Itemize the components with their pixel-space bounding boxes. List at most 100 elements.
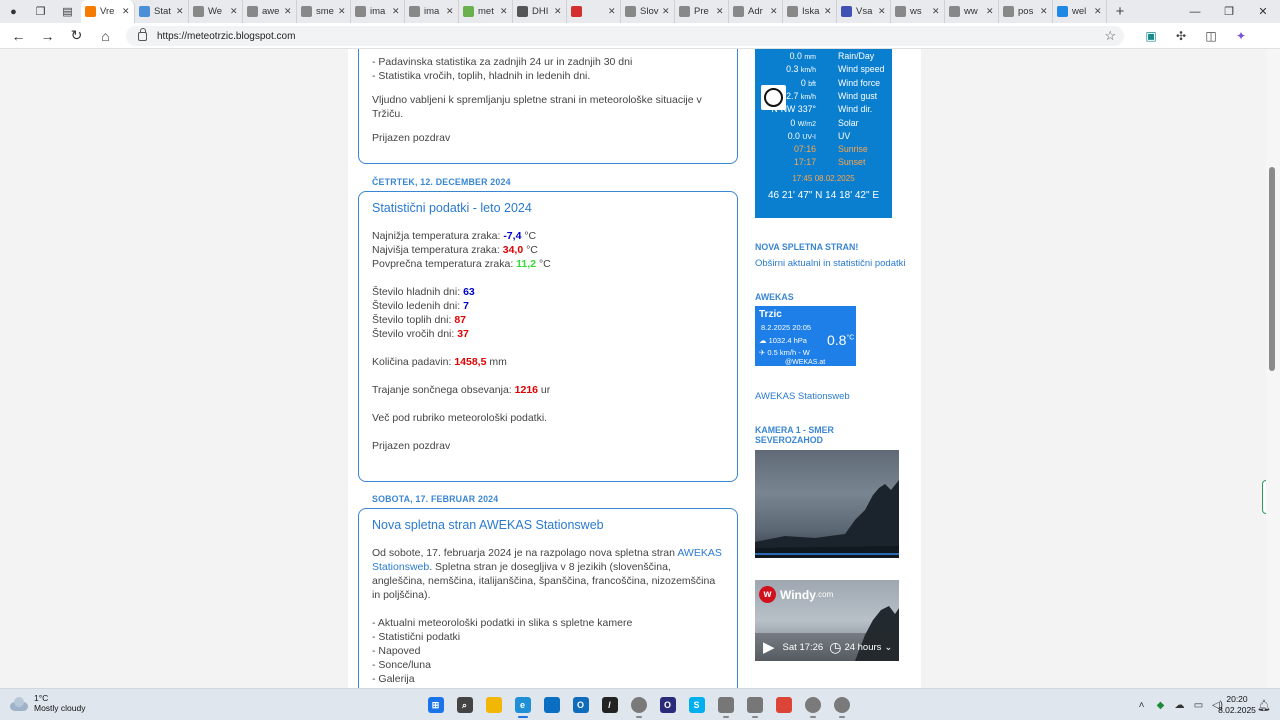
favorite-star-icon[interactable]: ☆ bbox=[1104, 28, 1116, 44]
tab-close-icon[interactable]: ✕ bbox=[230, 6, 238, 17]
weather-value: 0.3 km/h bbox=[786, 64, 816, 75]
extensions-puzzle-icon[interactable]: ✣ bbox=[1166, 29, 1196, 43]
vertical-tabs-icon[interactable]: ▤ bbox=[54, 0, 81, 23]
tab-close-icon[interactable]: ✕ bbox=[878, 6, 886, 17]
tab-close-icon[interactable]: ✕ bbox=[824, 6, 832, 17]
tab-close-icon[interactable]: ✕ bbox=[662, 6, 670, 17]
split-screen-icon[interactable]: ◫ bbox=[1196, 29, 1226, 43]
windy-duration[interactable]: 24 hours bbox=[844, 642, 881, 653]
file-explorer-app-icon bbox=[485, 697, 502, 713]
weather-value: 0.0 mm bbox=[789, 51, 816, 61]
browser-app-2[interactable] bbox=[798, 692, 827, 718]
tab-close-icon[interactable]: ✕ bbox=[554, 6, 562, 17]
store-app[interactable] bbox=[537, 692, 566, 718]
lock-icon[interactable] bbox=[138, 27, 147, 41]
browser-tab[interactable]: wel ✕ bbox=[1053, 0, 1107, 23]
tab-close-icon[interactable]: ✕ bbox=[1094, 6, 1102, 17]
home-icon[interactable]: ⌂ bbox=[91, 23, 120, 49]
webcam-image[interactable] bbox=[755, 450, 899, 558]
browser-tab[interactable]: Vre ✕ bbox=[81, 0, 135, 23]
tab-close-icon[interactable]: ✕ bbox=[122, 6, 130, 17]
browser-tab[interactable]: Vsa ✕ bbox=[837, 0, 891, 23]
url-field[interactable]: https://meteotrzic.blogspot.com ☆ bbox=[126, 26, 1124, 46]
workspaces-icon[interactable]: ❐ bbox=[27, 0, 54, 23]
browser-tab[interactable]: pos ✕ bbox=[999, 0, 1053, 23]
browser-tab[interactable]: ws ✕ bbox=[891, 0, 945, 23]
windy-webcam-widget[interactable]: w Windy .com ▶ Sat 17:26 ◷ 24 hours ⌄ bbox=[755, 580, 899, 661]
post-title[interactable]: Nova spletna stran AWEKAS Stationsweb bbox=[372, 518, 724, 532]
browser-tab[interactable]: We ✕ bbox=[189, 0, 243, 23]
opera-app[interactable]: O bbox=[653, 692, 682, 718]
remote-app-2[interactable] bbox=[740, 692, 769, 718]
tab-favicon-icon bbox=[1003, 6, 1014, 17]
browser-tab[interactable]: awe ✕ bbox=[243, 0, 297, 23]
post-intro: - Padavinska statistika za zadnjih 24 ur… bbox=[358, 49, 738, 164]
tab-close-icon[interactable]: ✕ bbox=[932, 6, 940, 17]
browser-tab[interactable]: Iska ✕ bbox=[783, 0, 837, 23]
onedrive-icon[interactable]: ☁ bbox=[1170, 700, 1189, 711]
taskbar-clock[interactable]: 20:20 8.02.2025 bbox=[1218, 694, 1256, 716]
notification-bell-icon[interactable]: 🔔︎ bbox=[1257, 699, 1271, 712]
browser-app-3[interactable] bbox=[827, 692, 856, 718]
close-window-button[interactable]: ✕ bbox=[1246, 0, 1280, 23]
refresh-icon[interactable]: ↻ bbox=[62, 23, 91, 49]
browser-tab[interactable]: ima ✕ bbox=[351, 0, 405, 23]
outlook-app[interactable]: O bbox=[566, 692, 595, 718]
browser-tab[interactable]: Stat ✕ bbox=[135, 0, 189, 23]
browser-tab[interactable]: ✕ bbox=[567, 0, 621, 23]
profile-icon[interactable]: ● bbox=[0, 0, 27, 23]
awekas-stationsweb-sidebar-link[interactable]: AWEKAS Stationsweb bbox=[755, 391, 850, 402]
remote-app[interactable] bbox=[711, 692, 740, 718]
file-explorer-app[interactable] bbox=[479, 692, 508, 718]
skype-app[interactable]: S bbox=[682, 692, 711, 718]
scrollbar-thumb[interactable] bbox=[1269, 167, 1275, 371]
new-site-link[interactable]: Obširni aktualni in statistični podatki bbox=[755, 258, 906, 269]
tab-close-icon[interactable]: ✕ bbox=[716, 6, 724, 17]
back-icon[interactable]: ← bbox=[4, 23, 33, 49]
extension-icon[interactable]: ▣ bbox=[1136, 29, 1166, 43]
chevron-down-icon[interactable]: ⌄ bbox=[884, 642, 892, 653]
browser-tab[interactable]: ima ✕ bbox=[405, 0, 459, 23]
weather-station-widget[interactable]: 0.0 mm Rain/Day 0.3 km/h Wind speed 0 bft Win… bbox=[755, 49, 892, 218]
browser-tab[interactable]: Pre ✕ bbox=[675, 0, 729, 23]
copilot-icon[interactable]: ✦ bbox=[1226, 29, 1256, 43]
tab-close-icon[interactable]: ✕ bbox=[392, 6, 400, 17]
tab-close-icon[interactable]: ✕ bbox=[608, 6, 616, 17]
search-app[interactable]: ⌕ bbox=[450, 692, 479, 718]
browser-tab[interactable]: Adr ✕ bbox=[729, 0, 783, 23]
tab-close-icon[interactable]: ✕ bbox=[446, 6, 454, 17]
forward-icon[interactable]: → bbox=[33, 23, 62, 49]
browser-tab[interactable]: DHI ✕ bbox=[513, 0, 567, 23]
start-button[interactable]: ⊞ bbox=[421, 692, 450, 718]
browser-tab[interactable]: ww ✕ bbox=[945, 0, 999, 23]
chrome-app[interactable] bbox=[769, 692, 798, 718]
post-date: ČETRTEK, 12. DECEMBER 2024 bbox=[372, 177, 511, 187]
tab-close-icon[interactable]: ✕ bbox=[986, 6, 994, 17]
tab-close-icon[interactable]: ✕ bbox=[338, 6, 346, 17]
defender-icon[interactable]: ◆ bbox=[1151, 700, 1170, 711]
awekas-widget[interactable]: Trzic 8.2.2025 20:05 ☁ 1032.4 hPa ✈ 0.5 … bbox=[755, 306, 856, 366]
new-tab-button[interactable]: + bbox=[1107, 0, 1133, 23]
restore-button[interactable]: ❐ bbox=[1212, 0, 1246, 23]
page-scrollbar[interactable] bbox=[1266, 49, 1280, 688]
browser-tab[interactable]: sme ✕ bbox=[297, 0, 351, 23]
tab-close-icon[interactable]: ✕ bbox=[284, 6, 292, 17]
browser-tab[interactable]: met ✕ bbox=[459, 0, 513, 23]
taskbar-weather[interactable]: 1°C Mostly cloudy bbox=[8, 693, 86, 714]
tab-close-icon[interactable]: ✕ bbox=[500, 6, 508, 17]
tab-close-icon[interactable]: ✕ bbox=[1040, 6, 1048, 17]
post-stats: Statistični podatki - leto 2024 Najnižja… bbox=[358, 191, 738, 482]
weather-row: 0.3 km/h Wind speed bbox=[755, 64, 892, 77]
minimize-button[interactable]: — bbox=[1178, 0, 1212, 23]
post-title[interactable]: Statistični podatki - leto 2024 bbox=[372, 201, 724, 215]
edge-app[interactable]: e bbox=[508, 692, 537, 718]
browser-tab[interactable]: Slov ✕ bbox=[621, 0, 675, 23]
tab-close-icon[interactable]: ✕ bbox=[176, 6, 184, 17]
chrome-profile-app[interactable] bbox=[624, 692, 653, 718]
tab-close-icon[interactable]: ✕ bbox=[770, 6, 778, 17]
tab-title: ww bbox=[964, 6, 978, 17]
pen-app[interactable]: / bbox=[595, 692, 624, 718]
chevron-up-icon[interactable]: ˄ bbox=[1132, 700, 1151, 711]
network-icon[interactable]: ▭ bbox=[1189, 700, 1208, 711]
play-icon[interactable]: ▶ bbox=[763, 638, 775, 656]
